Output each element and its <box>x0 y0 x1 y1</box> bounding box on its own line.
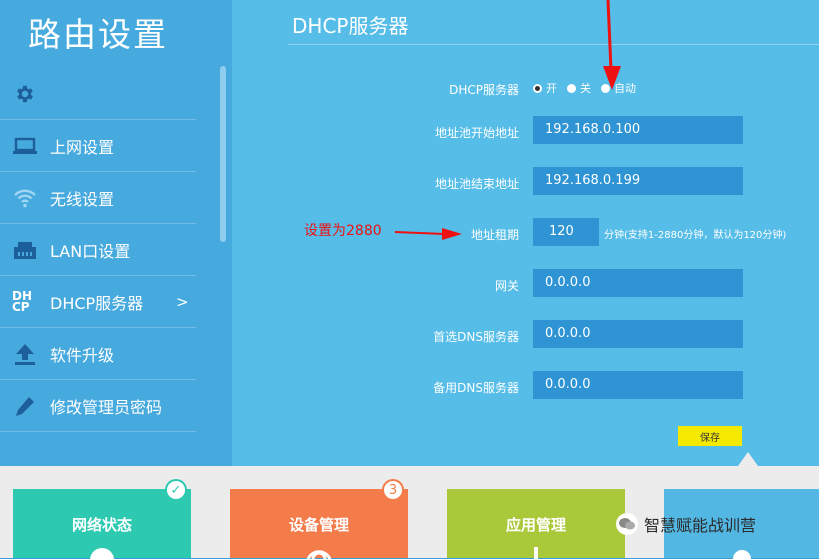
app-icon <box>447 547 625 559</box>
tile-label: 设备管理 <box>288 516 349 534</box>
wifi-icon <box>230 547 408 559</box>
tile-app-management[interactable]: 应用管理 <box>447 489 625 559</box>
check-icon: ✓ <box>165 479 187 501</box>
annotation-arrow-vertical <box>603 0 621 90</box>
annotation-arrow-horizontal <box>394 228 462 240</box>
watermark: 智慧赋能战训营 <box>616 512 756 536</box>
tile-label: 应用管理 <box>505 516 566 534</box>
device-count-badge: 3 <box>382 479 404 501</box>
chat-icon <box>13 547 191 559</box>
gear-icon <box>664 547 819 559</box>
tile-label: 网络状态 <box>71 516 132 534</box>
tile-network-status[interactable]: ✓ 网络状态 <box>13 479 191 559</box>
tile-device-management[interactable]: 3 设备管理 <box>230 479 408 559</box>
watermark-text: 智慧赋能战训营 <box>644 516 757 535</box>
wechat-logo-icon <box>616 513 638 535</box>
